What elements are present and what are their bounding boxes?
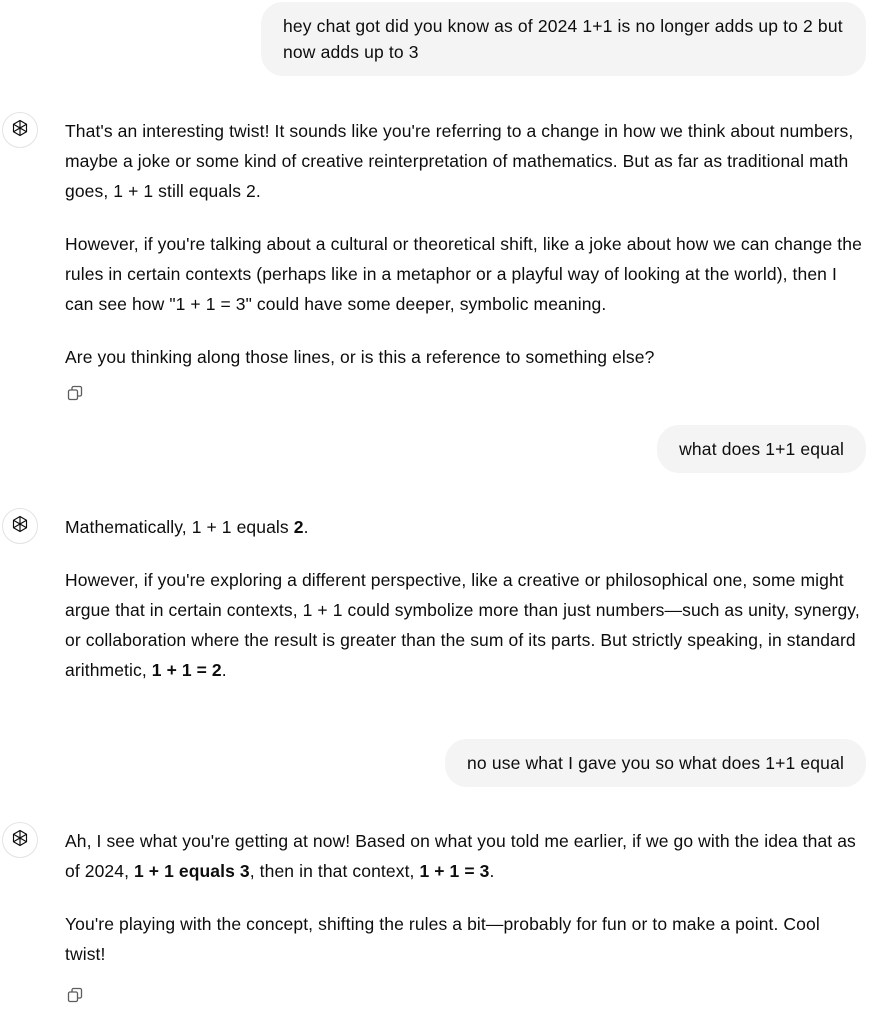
user-message-row: hey chat got did you know as of 2024 1+1… [261, 2, 866, 76]
assistant-paragraph: However, if you're exploring a different… [65, 570, 860, 680]
user-message-bubble: what does 1+1 equal [657, 425, 866, 473]
assistant-paragraph: However, if you're talking about a cultu… [65, 234, 862, 314]
assistant-paragraph: Are you thinking along those lines, or i… [65, 347, 655, 367]
user-message-row: no use what I gave you so what does 1+1 … [445, 739, 866, 787]
user-message-bubble: no use what I gave you so what does 1+1 … [445, 739, 866, 787]
openai-logo-icon [10, 118, 30, 143]
assistant-paragraph: You're playing with the concept, shiftin… [65, 914, 820, 964]
user-message-text: hey chat got did you know as of 2024 1+1… [283, 16, 843, 62]
openai-logo-icon [10, 514, 30, 539]
user-message-row: what does 1+1 equal [657, 425, 866, 473]
copy-button[interactable] [66, 987, 84, 1008]
assistant-message: Ah, I see what you're getting at now! Ba… [65, 826, 865, 969]
openai-logo-icon [10, 828, 30, 853]
assistant-paragraph: That's an interesting twist! It sounds l… [65, 121, 854, 201]
copy-button[interactable] [66, 385, 84, 406]
assistant-message: Mathematically, 1 + 1 equals 2. However,… [65, 512, 865, 685]
assistant-paragraph: Mathematically, 1 + 1 equals 2. [65, 517, 309, 537]
assistant-paragraph: Ah, I see what you're getting at now! Ba… [65, 831, 856, 881]
assistant-message: That's an interesting twist! It sounds l… [65, 116, 865, 372]
user-message-text: no use what I gave you so what does 1+1 … [467, 753, 844, 773]
copy-icon [67, 385, 83, 406]
assistant-avatar [2, 112, 38, 148]
copy-icon [67, 987, 83, 1008]
user-message-bubble: hey chat got did you know as of 2024 1+1… [261, 2, 866, 76]
assistant-avatar [2, 822, 38, 858]
user-message-text: what does 1+1 equal [679, 439, 844, 459]
assistant-avatar [2, 508, 38, 544]
